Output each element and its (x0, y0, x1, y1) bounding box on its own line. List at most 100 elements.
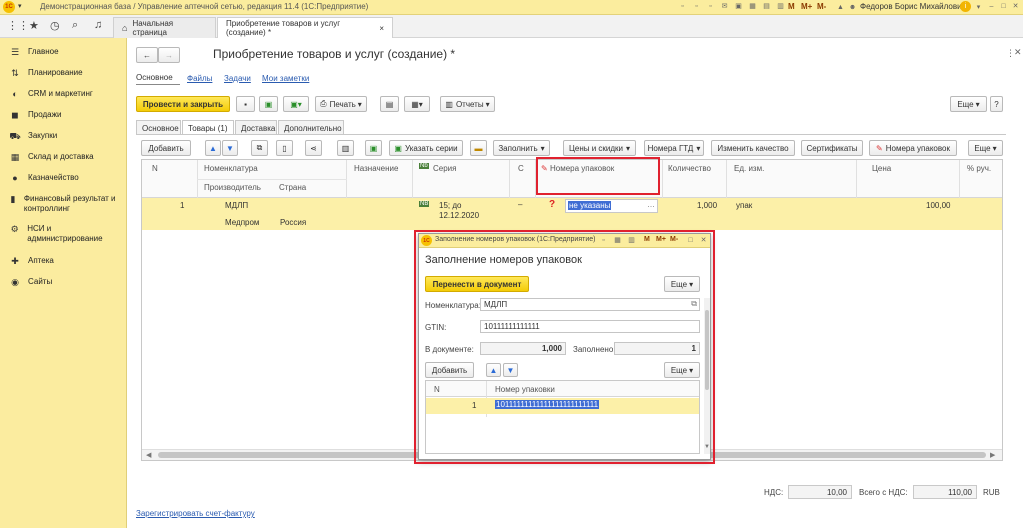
specify-series-button[interactable]: ▣ Указать серии (389, 140, 463, 156)
maximize-icon[interactable]: □ (999, 2, 1008, 11)
package-numbers-button[interactable]: ✎ Номера упаковок (869, 140, 957, 156)
save-doc-button[interactable]: ▪ (236, 96, 255, 112)
barcode-button[interactable]: ▥ (337, 140, 354, 156)
nav-link-main[interactable]: Основное (136, 73, 173, 82)
help-button[interactable]: ? (990, 96, 1003, 112)
row-country[interactable]: Россия (280, 218, 306, 227)
move-up-button[interactable]: ▲ (205, 140, 221, 156)
back-button[interactable]: ← (136, 47, 158, 63)
change-quality-button[interactable]: Изменить качество (711, 140, 795, 156)
notifications-bell-icon[interactable]: ♫ (94, 19, 102, 31)
fill-button[interactable]: Заполнить ▾ (493, 140, 550, 156)
post-and-close-button[interactable]: Провести и закрыть (136, 96, 230, 112)
sidebar-item-main[interactable]: ☰ Главное (8, 47, 59, 58)
ellipsis-icon[interactable]: … (647, 200, 655, 209)
history-icon[interactable]: ◷ (50, 19, 60, 32)
tab-home[interactable]: ⌂ Начальная страница (113, 17, 216, 38)
minimize-icon[interactable]: – (987, 2, 996, 11)
reports-button[interactable]: ▥ Отчеты ▾ (440, 96, 495, 112)
col-header-manual-pct[interactable]: % руч. (967, 164, 991, 173)
tab-purchase-document[interactable]: Приобретение товаров и услуг (создание) … (217, 17, 393, 38)
col-header-manufacturer[interactable]: Производитель (204, 183, 261, 192)
certificates-button[interactable]: Сертификаты (801, 140, 863, 156)
row-manufacturer[interactable]: Медпром (225, 218, 259, 227)
post-button[interactable]: ▣ (259, 96, 278, 112)
apps-grid-icon[interactable]: ⋮⋮ (7, 19, 29, 32)
sidebar-item-financial[interactable]: ▮ Финансовый результат и контроллинг (8, 194, 123, 214)
col-header-unit[interactable]: Ед. изм. (734, 164, 764, 173)
app-logo-icon[interactable]: 1С (3, 1, 15, 13)
memory-m-button[interactable]: M (788, 2, 795, 11)
form-tab-main[interactable]: Основное (136, 120, 181, 135)
structure-button[interactable]: ▦▾ (404, 96, 430, 112)
scroll-left-icon[interactable]: ◀ (146, 451, 151, 459)
sidebar-item-sales[interactable]: ◼ Продажи (8, 110, 61, 121)
print-button[interactable]: ⎙ Печать ▾ (315, 96, 367, 112)
nav-link-notes[interactable]: Мои заметки (262, 74, 309, 83)
sidebar-item-planning[interactable]: ⇅ Планирование (8, 68, 82, 79)
table-more-button[interactable]: Еще ▾ (968, 140, 1003, 156)
tickets-button[interactable]: ▬ (470, 140, 487, 156)
col-header-country[interactable]: Страна (279, 183, 306, 192)
col-header-price[interactable]: Цена (872, 164, 891, 173)
sidebar-item-warehouse[interactable]: ▦ Склад и доставка (8, 152, 94, 163)
sidebar-item-crm[interactable]: ◐ CRM и маркетинг (8, 89, 93, 99)
prices-discounts-button[interactable]: Цены и скидки ▾ (563, 140, 636, 156)
sidebar-item-purchases[interactable]: ⛟ Закупки (8, 131, 57, 143)
nav-link-tasks[interactable]: Задачи (224, 74, 251, 83)
paste-row-button[interactable]: ▯ (276, 140, 293, 156)
menu-dropdown-icon[interactable]: ▾ (18, 2, 22, 10)
col-header-series[interactable]: Серия (433, 164, 456, 173)
form-tab-delivery[interactable]: Доставка (235, 120, 277, 135)
sidebar-item-sites[interactable]: ◉ Сайты (8, 277, 52, 288)
create-based-button[interactable]: ▣▾ (283, 96, 309, 112)
forward-button[interactable]: → (158, 47, 180, 63)
table-row[interactable]: 1 МДЛП Медпром Россия NB 15; до 12.12.20… (142, 198, 1002, 230)
move-down-button[interactable]: ▼ (222, 140, 238, 156)
calendar-icon[interactable]: ▦ (748, 2, 757, 11)
mail-icon[interactable]: ✉ (720, 2, 729, 11)
save-icon[interactable]: ▫ (678, 2, 687, 11)
col-header-quantity[interactable]: Количество (668, 164, 711, 173)
register-invoice-link[interactable]: Зарегистрировать счет-фактуру (136, 509, 255, 518)
memory-m-plus-button[interactable]: M+ (801, 2, 812, 11)
nav-link-files[interactable]: Файлы (187, 74, 212, 83)
preview-icon[interactable]: ▫ (706, 2, 715, 11)
close-form-icon[interactable]: ✕ (1014, 47, 1022, 58)
table-icon[interactable]: ▤ (762, 2, 771, 11)
bell-icon[interactable]: ▲ (836, 3, 845, 12)
document-journal-button[interactable]: ▤ (380, 96, 399, 112)
form-tab-additional[interactable]: Дополнительно (278, 120, 344, 135)
row-price[interactable]: 100,00 (926, 201, 950, 210)
gtd-numbers-button[interactable]: Номера ГТД ▾ (644, 140, 704, 156)
sidebar-item-pharmacy[interactable]: ✚ Аптека (8, 256, 54, 267)
favorites-star-icon[interactable]: ★ (29, 19, 39, 32)
share-button[interactable]: ⋖ (305, 140, 322, 156)
col-header-s[interactable]: С (518, 164, 524, 173)
row-unit[interactable]: упак (736, 201, 752, 210)
row-quantity[interactable]: 1,000 (697, 201, 717, 210)
row-package-numbers-editor[interactable]: не указаны … (565, 199, 658, 213)
col-header-n[interactable]: N (152, 164, 158, 173)
user-name[interactable]: Федоров Борис Михайлович (860, 2, 966, 11)
print-icon[interactable]: ▫ (692, 2, 701, 11)
attach-icon[interactable]: ▣ (734, 2, 743, 11)
col-header-item[interactable]: Номенклатура (204, 164, 258, 173)
settings-dropdown-icon[interactable]: ▾ (974, 3, 983, 12)
tab-close-icon[interactable]: × (379, 24, 384, 33)
calculator-icon[interactable]: ▥ (776, 2, 785, 11)
col-header-purpose[interactable]: Назначение (354, 164, 398, 173)
scroll-right-icon[interactable]: ▶ (990, 451, 995, 459)
add-row-button[interactable]: Добавить (141, 140, 191, 156)
row-series[interactable]: 15; до 12.12.2020 (439, 201, 489, 221)
search-icon[interactable]: ⌕ (72, 19, 78, 32)
info-icon[interactable]: i (960, 1, 971, 12)
close-window-icon[interactable]: ✕ (1011, 2, 1020, 11)
sidebar-item-admin[interactable]: ⚙ НСИ и администрирование (8, 224, 123, 244)
copy-row-button[interactable]: ⧉ (251, 140, 268, 156)
more-button[interactable]: Еще ▾ (950, 96, 987, 112)
row-item[interactable]: МДЛП (225, 201, 248, 210)
memory-m-minus-button[interactable]: M- (817, 2, 826, 11)
form-tab-goods[interactable]: Товары (1) (182, 120, 234, 135)
pick-button[interactable]: ▣ (365, 140, 382, 156)
